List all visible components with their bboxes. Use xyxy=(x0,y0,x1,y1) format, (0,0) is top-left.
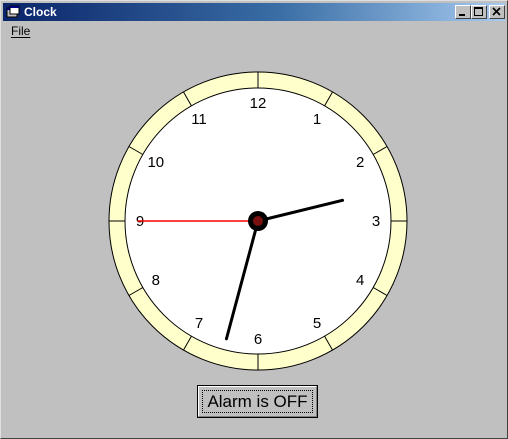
clock-numeral: 7 xyxy=(195,315,203,332)
clock-numeral: 12 xyxy=(250,95,267,112)
clock-numeral: 2 xyxy=(356,154,364,171)
analog-clock: 121234567891011 xyxy=(108,71,408,371)
clock-numeral: 11 xyxy=(191,111,207,128)
clock-numeral: 8 xyxy=(152,272,160,289)
clock-numeral: 5 xyxy=(313,315,321,332)
clock-numeral: 3 xyxy=(372,213,380,230)
alarm-button-label: Alarm is OFF xyxy=(207,392,308,411)
clock-numeral: 4 xyxy=(356,272,364,289)
clock-center-highlight xyxy=(253,216,263,226)
clock-numeral: 10 xyxy=(147,154,164,171)
clock-numeral: 1 xyxy=(313,111,321,128)
clock-numeral: 6 xyxy=(254,331,262,348)
alarm-toggle-button[interactable]: Alarm is OFF xyxy=(197,385,318,418)
clock-window: Clock File 121234567891011 xyxy=(0,0,508,439)
